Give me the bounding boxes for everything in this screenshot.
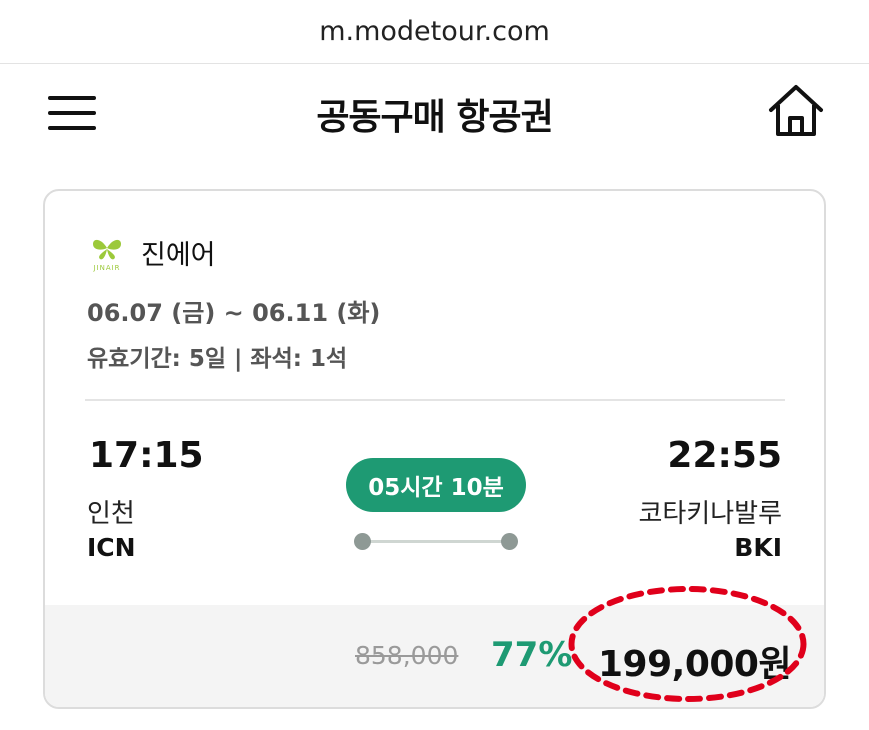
jinair-logo-icon: JINAIR bbox=[92, 239, 121, 272]
url-bar[interactable]: m.modetour.com bbox=[0, 0, 869, 64]
svg-text:JINAIR: JINAIR bbox=[92, 264, 120, 272]
url-text: m.modetour.com bbox=[319, 16, 550, 47]
divider bbox=[85, 399, 785, 401]
page-header: 공동구매 항공권 bbox=[0, 64, 869, 164]
departure-code: ICN bbox=[87, 533, 136, 562]
validity-info: 유효기간: 5일 | 좌석: 1석 bbox=[87, 346, 348, 372]
final-price: 199,000원 bbox=[598, 644, 792, 685]
page-title: 공동구매 항공권 bbox=[316, 97, 553, 138]
discount-rate: 77% bbox=[491, 635, 573, 675]
arrival-code: BKI bbox=[734, 533, 782, 562]
airline: JINAIR 진에어 bbox=[85, 233, 216, 272]
route-start-dot bbox=[354, 533, 371, 550]
departure-city: 인천 bbox=[87, 499, 135, 529]
airline-name: 진에어 bbox=[141, 240, 216, 271]
price-area: 858,000 77% 199,000원 bbox=[45, 605, 824, 707]
route-line bbox=[363, 540, 509, 543]
arrival-time: 22:55 bbox=[667, 435, 782, 476]
flight-card[interactable]: JINAIR 진에어 06.07 (금) ~ 06.11 (화) 유효기간: 5… bbox=[43, 189, 826, 709]
original-price: 858,000 bbox=[355, 641, 459, 670]
departure-time: 17:15 bbox=[89, 435, 204, 476]
duration-badge: 05시간 10분 bbox=[346, 458, 526, 512]
route-end-dot bbox=[501, 533, 518, 550]
home-icon[interactable] bbox=[766, 82, 826, 142]
arrival-city: 코타키나발루 bbox=[638, 499, 782, 529]
travel-dates: 06.07 (금) ~ 06.11 (화) bbox=[87, 299, 381, 327]
